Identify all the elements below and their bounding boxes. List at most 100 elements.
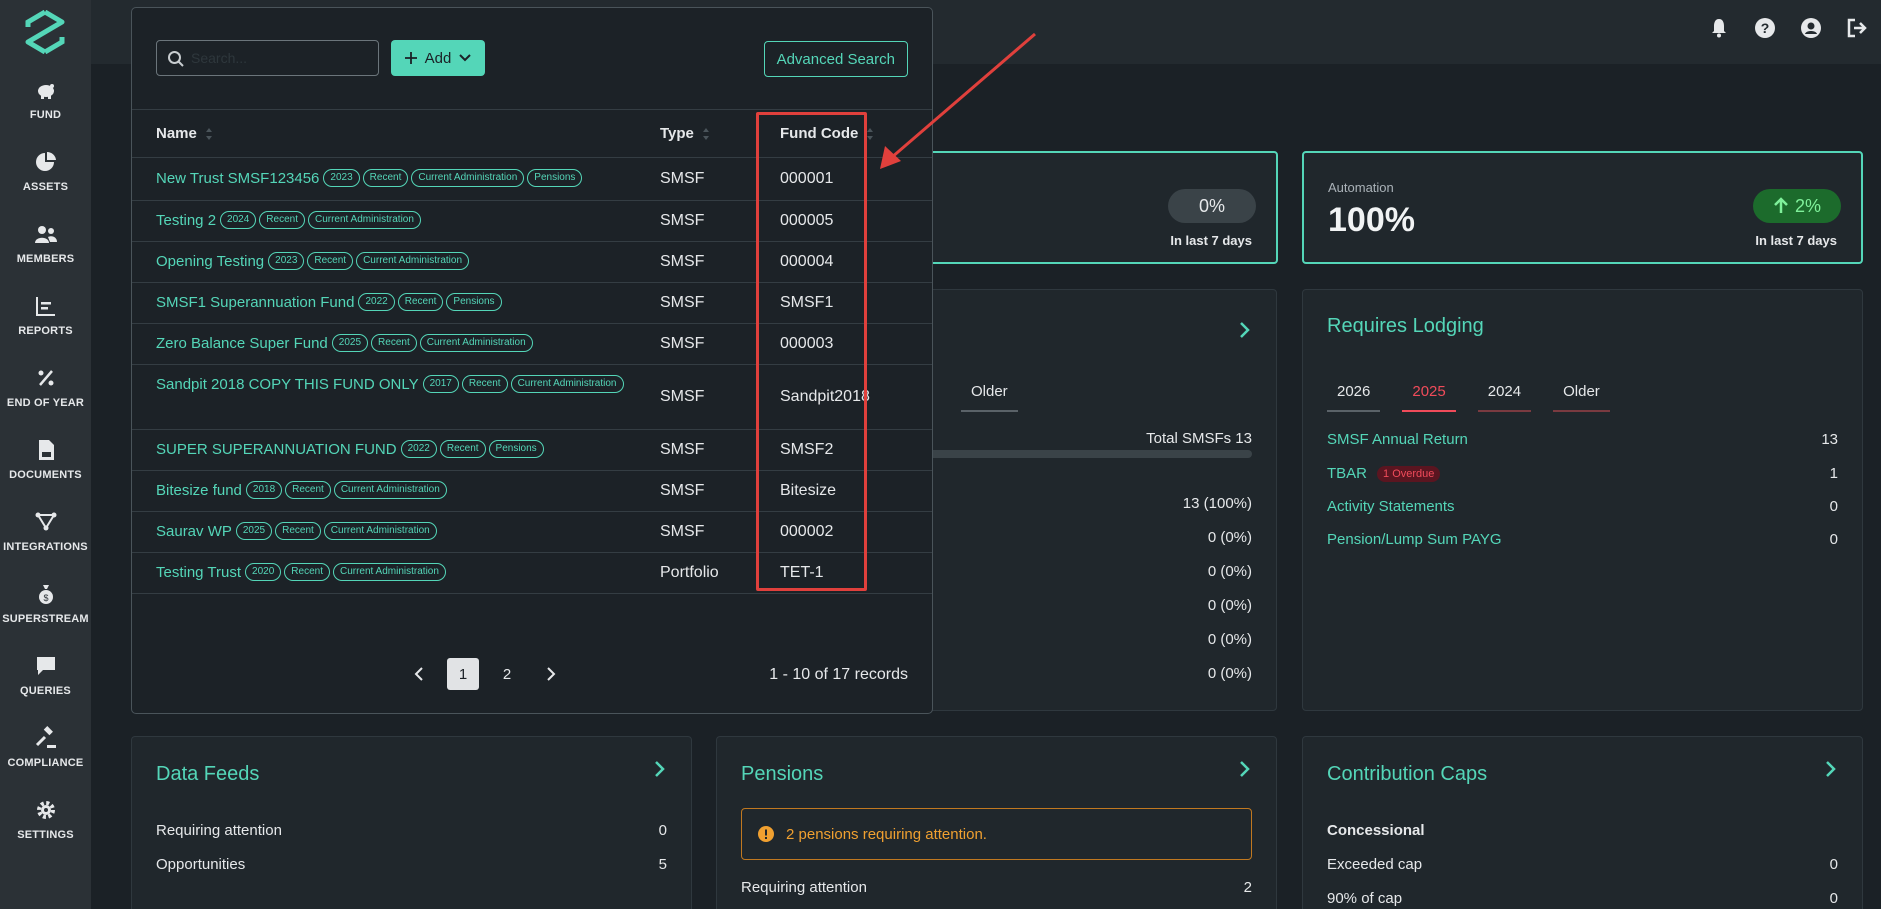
user-icon[interactable] <box>1799 16 1823 40</box>
fund-tag-badge[interactable]: Recent <box>371 334 417 352</box>
app-logo[interactable] <box>24 10 66 54</box>
fund-tag-badge[interactable]: Current Administration <box>307 211 421 229</box>
fund-tag-badge[interactable]: 2020 <box>245 563 282 581</box>
nav-members[interactable]: MEMBERS <box>0 216 91 288</box>
fund-tag-badge[interactable]: Recent <box>397 293 444 311</box>
fund-tag-badge[interactable]: 2018 <box>245 481 283 499</box>
fund-name-link[interactable]: Testing 2 <box>156 212 216 229</box>
fund-tag-badge[interactable]: 2023 <box>268 252 305 270</box>
fund-tag-badge[interactable]: 2023 <box>323 169 360 187</box>
fund-tag-badge[interactable]: 2024 <box>220 211 257 229</box>
bar-chart-icon <box>35 297 55 316</box>
row-link[interactable]: SMSF Annual Return <box>1327 431 1468 448</box>
search-input[interactable] <box>191 48 371 68</box>
add-button[interactable]: Add <box>391 40 485 76</box>
fund-tag-badge[interactable]: Current Administration <box>332 563 446 581</box>
row-value: 1 <box>1829 465 1838 482</box>
fund-name-link[interactable]: Testing Trust <box>156 564 241 581</box>
fund-tag-badge[interactable]: Recent <box>275 522 321 540</box>
nav-superstream[interactable]: $ SUPERSTREAM <box>0 576 91 648</box>
chevron-right-icon[interactable] <box>1824 759 1838 779</box>
nav-end-of-year[interactable]: END OF YEAR <box>0 360 91 432</box>
users-icon <box>34 226 57 243</box>
nav-label: FUND <box>29 109 62 121</box>
fund-tag-badge[interactable]: Current Administration <box>356 252 470 270</box>
pension-row: Requiring attention 2 <box>741 879 1252 896</box>
fund-type-cell: SMSF <box>660 170 705 187</box>
tab-older[interactable]: Older <box>961 383 1018 412</box>
network-icon <box>35 512 56 531</box>
chevron-right-icon[interactable] <box>1238 759 1252 779</box>
nav-label: REPORTS <box>18 325 73 337</box>
nav-label: END OF YEAR <box>6 397 85 409</box>
fund-name-link[interactable]: SMSF1 Superannuation Fund <box>156 294 354 311</box>
logout-icon[interactable] <box>1845 16 1869 40</box>
row-link[interactable]: Activity Statements <box>1327 498 1455 515</box>
fund-tag-badge[interactable]: 2025 <box>331 334 369 352</box>
fund-tag-badge[interactable]: Recent <box>439 440 486 458</box>
column-type[interactable]: Type <box>660 125 710 142</box>
page-button-2[interactable]: 2 <box>491 658 523 690</box>
feed-row: Opportunities 5 <box>156 856 667 873</box>
card-title[interactable]: Contribution Caps <box>1327 763 1487 786</box>
chevron-right-icon[interactable] <box>1238 320 1252 340</box>
row-link[interactable]: TBAR <box>1327 465 1367 482</box>
fund-name-link[interactable]: Sandpit 2018 COPY THIS FUND ONLY <box>156 376 419 393</box>
tab-older[interactable]: Older <box>1553 383 1610 412</box>
tab-2026[interactable]: 2026 <box>1327 383 1381 412</box>
fund-name-link[interactable]: Opening Testing <box>156 253 264 270</box>
fund-tag-badge[interactable]: Current Administration <box>510 375 624 393</box>
row-link[interactable]: Pension/Lump Sum PAYG <box>1327 531 1502 548</box>
column-name[interactable]: Name <box>156 125 213 142</box>
fund-tag-badge[interactable]: Pensions <box>527 169 583 187</box>
fund-tag-badge[interactable]: Recent <box>284 563 330 581</box>
fund-tag-badge[interactable]: 2025 <box>235 522 273 540</box>
nav-integrations[interactable]: INTEGRATIONS <box>0 504 91 576</box>
pdf-file-icon <box>38 440 54 460</box>
fund-tag-badge[interactable]: Pensions <box>446 293 502 311</box>
help-icon[interactable]: ? <box>1753 16 1777 40</box>
card-title[interactable]: Requires Lodging <box>1327 315 1484 338</box>
fund-tag-badge[interactable]: Recent <box>307 252 354 270</box>
nav-label: MEMBERS <box>16 253 75 265</box>
nav-fund[interactable]: FUND <box>0 72 91 144</box>
nav-settings[interactable]: SETTINGS <box>0 792 91 864</box>
fund-tag-badge[interactable]: 2022 <box>358 293 395 311</box>
card-title[interactable]: Data Feeds <box>156 763 259 786</box>
fund-tag-badge[interactable]: Current Administration <box>323 522 437 540</box>
fund-tag-badge[interactable]: Recent <box>461 375 508 393</box>
fund-tag-badge[interactable]: Recent <box>259 211 305 229</box>
fund-tag-badge[interactable]: Current Administration <box>411 169 525 187</box>
card-title[interactable]: Pensions <box>741 763 823 786</box>
tab-2025[interactable]: 2025 <box>1402 383 1456 412</box>
prev-page-icon[interactable] <box>403 658 435 690</box>
chevron-right-icon[interactable] <box>653 759 667 779</box>
fund-tag-badge[interactable]: Current Administration <box>333 481 447 499</box>
total-smsfs: Total SMSFs 13 <box>1146 430 1252 447</box>
fund-name-link[interactable]: Zero Balance Super Fund <box>156 335 328 352</box>
nav-assets[interactable]: ASSETS <box>0 144 91 216</box>
next-page-icon[interactable] <box>535 658 567 690</box>
bell-icon[interactable] <box>1707 16 1731 40</box>
nav-queries[interactable]: QUERIES <box>0 648 91 720</box>
fund-name-link[interactable]: New Trust SMSF123456 <box>156 170 319 187</box>
fund-tag-badge[interactable]: Current Administration <box>419 334 533 352</box>
nav-label: DOCUMENTS <box>9 469 82 481</box>
fund-name-link[interactable]: SUPER SUPERANNUATION FUND <box>156 441 397 458</box>
fund-tag-badge[interactable]: Recent <box>285 481 331 499</box>
fund-type-cell: SMSF <box>660 482 705 499</box>
fund-name-link[interactable]: Saurav WP <box>156 523 232 540</box>
nav-compliance[interactable]: COMPLIANCE <box>0 720 91 792</box>
page-button-1[interactable]: 1 <box>447 658 479 690</box>
search-field[interactable] <box>156 40 379 76</box>
fund-type-cell: SMSF <box>660 335 705 352</box>
nav-reports[interactable]: REPORTS <box>0 288 91 360</box>
contribution-caps-card: Contribution Caps Concessional Exceeded … <box>1302 736 1863 909</box>
fund-tag-badge[interactable]: Recent <box>362 169 409 187</box>
fund-name-link[interactable]: Bitesize fund <box>156 482 242 499</box>
fund-tag-badge[interactable]: 2022 <box>400 440 437 458</box>
nav-documents[interactable]: DOCUMENTS <box>0 432 91 504</box>
fund-tag-badge[interactable]: 2017 <box>422 375 459 393</box>
tab-2024[interactable]: 2024 <box>1477 383 1532 412</box>
fund-tag-badge[interactable]: Pensions <box>488 440 544 458</box>
